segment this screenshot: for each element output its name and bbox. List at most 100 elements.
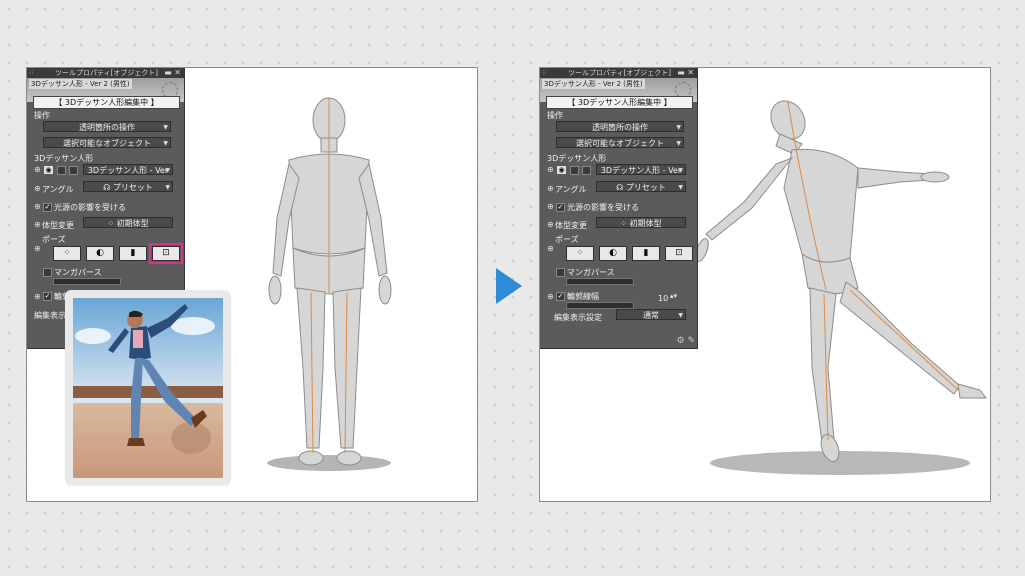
angle-label: アングル <box>555 185 587 194</box>
light-checkbox[interactable]: ✓ <box>43 203 52 212</box>
arrow-right-icon <box>496 268 522 304</box>
operation-value: 透明箇所の操作 <box>79 123 135 132</box>
eye-icon[interactable]: ◉ <box>44 166 53 174</box>
panel-title: ツールプロパティ[オブジェクト] <box>568 69 672 77</box>
outline-width-value: 10 <box>658 294 669 303</box>
chevron-down-icon: ▼ <box>678 184 683 191</box>
expand-icon[interactable]: ⊕ <box>547 165 554 174</box>
preview-label: 3Dデッサン人形 - Ver 2 (男性) <box>29 79 132 89</box>
outline-width-slider[interactable] <box>566 302 634 309</box>
doll-label: 3Dデッサン人形 <box>34 154 94 163</box>
pose-from-photo-button[interactable]: ⊡ <box>149 243 183 264</box>
outline-checkbox[interactable]: ✓ <box>556 292 565 301</box>
outline-checkbox[interactable]: ✓ <box>43 292 52 301</box>
wrench-icon[interactable]: ⚙ ✎ <box>677 336 695 346</box>
manga-perspective-label: マンガパース <box>54 268 102 277</box>
panel-titlebar[interactable]: ⁝⁝ ツールプロパティ[オブジェクト] ▬ ✕ <box>540 68 697 78</box>
tool-property-panel-right: ⁝⁝ ツールプロパティ[オブジェクト] ▬ ✕ 3Dデッサン人形 - Ver 2… <box>540 68 698 349</box>
chevron-down-icon: ▼ <box>676 140 681 147</box>
lock-checkbox[interactable] <box>57 166 66 175</box>
initial-body-button[interactable]: ⁘ 初期体型 <box>596 217 686 228</box>
manga-perspective-checkbox[interactable] <box>43 268 52 277</box>
light-checkbox[interactable]: ✓ <box>556 203 565 212</box>
initial-body-icon: ⁘ <box>107 219 117 228</box>
manga-perspective-checkbox[interactable] <box>556 268 565 277</box>
expand-icon[interactable]: ⊕ <box>34 184 41 193</box>
doll-dropdown[interactable]: 3Dデッサン人形 - Ver ▼ <box>596 164 686 175</box>
pose-label: ポーズ <box>42 235 66 244</box>
panel-title: ツールプロパティ[オブジェクト] <box>55 69 159 77</box>
angle-label: アングル <box>42 185 74 194</box>
expand-icon[interactable]: ⊕ <box>547 184 554 193</box>
close-icon[interactable]: ▬ ✕ <box>677 68 694 78</box>
edit-display-value: 通常 <box>643 311 659 320</box>
chevron-down-icon: ▼ <box>678 312 683 319</box>
operation-label: 操作 <box>547 111 563 120</box>
chevron-down-icon: ▼ <box>678 167 683 174</box>
light-label: 光源の影響を受ける <box>567 203 639 212</box>
expand-icon[interactable]: ⊕ <box>34 220 41 229</box>
pose-clipboard-icon: ▮ <box>130 248 136 258</box>
operation-label: 操作 <box>34 111 50 120</box>
doll-dropdown[interactable]: 3Dデッサン人形 - Ver ▼ <box>83 164 173 175</box>
expand-icon[interactable]: ⊕ <box>547 220 554 229</box>
pose-clipboard-icon: ▮ <box>643 248 649 258</box>
manga-perspective-slider[interactable] <box>566 278 634 285</box>
pose-from-photo-button[interactable]: ⊡ <box>665 246 693 261</box>
select-value: 選択可能なオブジェクト <box>63 139 151 148</box>
close-icon[interactable]: ▬ ✕ <box>164 68 181 78</box>
reference-photo-card <box>65 290 231 486</box>
preset-icon: ☊ <box>103 183 113 192</box>
edit-display-dropdown[interactable]: 通常 ▼ <box>616 309 686 320</box>
pose-head-button[interactable]: ◐ <box>86 246 114 261</box>
preset-label: プリセット <box>112 183 153 192</box>
panel-titlebar[interactable]: ⁝⁝ ツールプロパティ[オブジェクト] ▬ ✕ <box>27 68 184 78</box>
operation-value: 透明箇所の操作 <box>592 123 648 132</box>
initial-body-icon: ⁘ <box>620 219 630 228</box>
preset-label: プリセット <box>625 183 666 192</box>
eye-icon[interactable]: ◉ <box>557 166 566 174</box>
light-label: 光源の影響を受ける <box>54 203 126 212</box>
edit-display-label: 編集表示設定 <box>554 313 602 322</box>
mode-bar: 【 3Dデッサン人形編集中 】 <box>546 96 693 109</box>
expand-icon[interactable]: ⊕ <box>547 292 554 301</box>
manga-perspective-slider[interactable] <box>53 278 121 285</box>
selectable-objects-dropdown[interactable]: 選択可能なオブジェクト ▼ <box>556 137 684 148</box>
stepper-icon[interactable]: ▴▾ <box>670 292 677 300</box>
select-checkbox[interactable] <box>69 166 78 175</box>
expand-icon[interactable]: ⊕ <box>34 165 41 174</box>
pose-scan-button[interactable]: ⁘ <box>566 246 594 261</box>
pose-clipboard-button[interactable]: ▮ <box>632 246 660 261</box>
pose-head-button[interactable]: ◐ <box>599 246 627 261</box>
outline-width-label: 輪郭線幅 <box>567 292 599 301</box>
select-checkbox[interactable] <box>582 166 591 175</box>
doll-value: 3Dデッサン人形 - Ver <box>87 166 169 175</box>
operation-dropdown[interactable]: 透明箇所の操作 ▼ <box>556 121 684 132</box>
chevron-down-icon: ▼ <box>165 184 170 191</box>
select-value: 選択可能なオブジェクト <box>576 139 664 148</box>
preset-button[interactable]: ☊ プリセット ▼ <box>83 181 173 192</box>
pose-head-icon: ◐ <box>609 248 617 258</box>
expand-icon[interactable]: ⊕ <box>34 202 41 211</box>
pose-scan-icon: ⁘ <box>63 248 71 258</box>
chevron-down-icon: ▼ <box>163 140 168 147</box>
pose-clipboard-button[interactable]: ▮ <box>119 246 147 261</box>
lock-checkbox[interactable] <box>570 166 579 175</box>
doll-label: 3Dデッサン人形 <box>547 154 607 163</box>
chevron-down-icon: ▼ <box>165 167 170 174</box>
expand-icon[interactable]: ⊕ <box>547 202 554 211</box>
preset-button[interactable]: ☊ プリセット ▼ <box>596 181 686 192</box>
operation-dropdown[interactable]: 透明箇所の操作 ▼ <box>43 121 171 132</box>
pose-photo-icon: ⊡ <box>162 248 170 258</box>
body-change-label: 体型変更 <box>42 221 74 230</box>
reference-photo <box>73 298 223 478</box>
doll-value: 3Dデッサン人形 - Ver <box>600 166 682 175</box>
expand-icon[interactable]: ⊕ <box>547 244 554 253</box>
pose-scan-button[interactable]: ⁘ <box>53 246 81 261</box>
selectable-objects-dropdown[interactable]: 選択可能なオブジェクト ▼ <box>43 137 171 148</box>
grip-icon[interactable]: ⁝⁝ <box>542 68 546 78</box>
expand-icon[interactable]: ⊕ <box>34 244 41 253</box>
expand-icon[interactable]: ⊕ <box>34 292 41 301</box>
grip-icon[interactable]: ⁝⁝ <box>29 68 33 78</box>
initial-body-button[interactable]: ⁘ 初期体型 <box>83 217 173 228</box>
